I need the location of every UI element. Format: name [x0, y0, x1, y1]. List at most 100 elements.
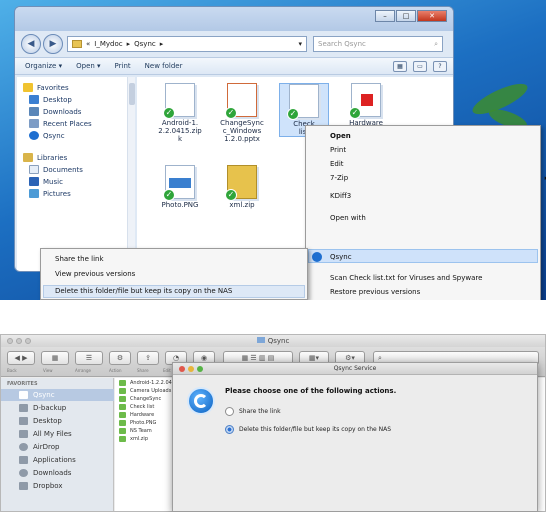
list-item[interactable]: ChangeSync	[119, 396, 161, 402]
sidebar-item-documents[interactable]: Documents	[29, 165, 83, 174]
menu-item-restore[interactable]: Restore previous versions	[330, 288, 420, 296]
file-item[interactable]: ✓ Photo.PNG	[155, 165, 205, 209]
list-item[interactable]: NS Team	[119, 428, 152, 434]
sidebar-item-pictures[interactable]: Pictures	[29, 189, 71, 198]
sidebar-item-recent-places[interactable]: Recent Places	[29, 119, 92, 128]
menu-item-kdiff3[interactable]: KDiff3▸	[330, 192, 351, 200]
list-item[interactable]: Hardware	[119, 412, 154, 418]
radio-button-selected[interactable]	[225, 425, 234, 434]
menu-item-edit[interactable]: Edit	[330, 160, 344, 168]
sidebar-item-airdrop[interactable]: AirDrop	[1, 441, 114, 453]
radio-delete-keep-copy[interactable]: Delete this folder/file but keep its cop…	[225, 425, 391, 434]
maximize-button[interactable]: □	[396, 10, 416, 22]
sidebar-item-all-my-files[interactable]: All My Files	[1, 428, 114, 440]
sidebar-item-applications[interactable]: Applications	[1, 454, 114, 466]
back-forward-button[interactable]: ◀ ▶	[7, 351, 35, 365]
new-folder-button[interactable]: New folder	[145, 62, 183, 70]
radio-button[interactable]	[225, 407, 234, 416]
libraries-header[interactable]: Libraries	[23, 153, 67, 162]
zip-folder-icon: ✓	[225, 165, 257, 201]
zoom-button[interactable]	[25, 338, 31, 344]
folder-icon	[119, 428, 126, 434]
pptx-file-icon: ✓	[225, 83, 257, 119]
minimize-button[interactable]	[188, 366, 194, 372]
back-button[interactable]: ◀	[21, 34, 41, 54]
open-button[interactable]: Open ▾	[76, 62, 100, 70]
qsync-icon	[19, 391, 28, 399]
list-item[interactable]: Camera Uploads	[119, 388, 171, 394]
sidebar-item-d-backup[interactable]: D-backup	[1, 402, 114, 414]
sidebar-item-music[interactable]: Music	[29, 177, 63, 186]
menu-item-7zip[interactable]: 7-Zip▸	[330, 174, 546, 182]
breadcrumb-i-mydoc[interactable]: I_Mydoc	[94, 40, 122, 48]
minimize-button[interactable]	[16, 338, 22, 344]
preview-pane-icon[interactable]: ▭	[413, 61, 427, 72]
forward-button[interactable]: ▶	[43, 34, 63, 54]
sync-check-icon: ✓	[225, 189, 237, 201]
submenu-view-previous[interactable]: View previous versions	[55, 270, 135, 278]
share-button[interactable]: ⇪	[137, 351, 159, 365]
folder-icon	[119, 388, 126, 394]
dialog-title: Qsync Service	[333, 365, 377, 372]
airdrop-icon	[19, 443, 28, 451]
dialog-title-bar[interactable]: Qsync Service	[173, 363, 537, 375]
breadcrumb-separator[interactable]: ▸	[160, 40, 164, 48]
sidebar-heading: FAVORITES	[7, 381, 38, 387]
radio-share-link[interactable]: Share the link	[225, 407, 281, 416]
breadcrumb-qsync[interactable]: Qsync	[134, 40, 156, 48]
sidebar-item-qsync[interactable]: Qsync	[29, 131, 65, 140]
search-input[interactable]: Search Qsync ⌕	[313, 36, 443, 52]
breadcrumb-separator[interactable]: ▸	[127, 40, 131, 48]
zoom-button[interactable]	[197, 366, 203, 372]
submenu-share-link[interactable]: Share the link	[55, 255, 104, 263]
print-button[interactable]: Print	[115, 62, 131, 70]
file-item[interactable]: ✓ Android-1. 2.2.0415.zip k	[155, 83, 205, 143]
help-icon[interactable]: ?	[433, 61, 447, 72]
address-bar[interactable]: « I_Mydoc ▸ Qsync ▸ ▾	[67, 36, 307, 52]
navigation-pane: Favorites Desktop Downloads Recent Place…	[17, 77, 135, 271]
search-icon: ⌕	[434, 40, 438, 48]
sidebar-item-downloads[interactable]: Downloads	[1, 467, 114, 479]
minimize-button[interactable]: –	[375, 10, 395, 22]
close-button[interactable]	[7, 338, 13, 344]
applications-icon	[19, 456, 28, 464]
menu-item-qsync[interactable]: Qsync▸	[330, 253, 352, 261]
file-item[interactable]: ✓ Hardware	[341, 83, 391, 127]
finder-title-bar[interactable]: Qsync	[1, 335, 545, 347]
sync-check-icon: ✓	[349, 107, 361, 119]
dialog-question: Please choose one of the following actio…	[225, 387, 397, 395]
title-bar[interactable]: – □ ✕	[15, 7, 453, 31]
list-item[interactable]: Photo.PNG	[119, 420, 156, 426]
sidebar-item-desktop[interactable]: Desktop	[29, 95, 72, 104]
file-item[interactable]: ✓ ChangeSync c_Windows 1.2.0.pptx	[217, 83, 267, 143]
list-item[interactable]: xml.zip	[119, 436, 148, 442]
file-item[interactable]: ✓ xml.zip	[217, 165, 267, 209]
organize-button[interactable]: Organize ▾	[25, 62, 62, 70]
close-button[interactable]	[179, 366, 185, 372]
sidebar-item-desktop[interactable]: Desktop	[1, 415, 114, 427]
address-dropdown-icon[interactable]: ▾	[298, 40, 306, 48]
arrange-button[interactable]: ☰	[75, 351, 103, 365]
view-options-icon[interactable]: ▦	[393, 61, 407, 72]
folder-icon	[72, 40, 82, 48]
scrollbar-thumb[interactable]	[129, 83, 135, 105]
close-button[interactable]: ✕	[417, 10, 447, 22]
menu-item-print[interactable]: Print	[330, 146, 346, 154]
file-icon	[119, 420, 126, 426]
view-button[interactable]: ▦	[41, 351, 69, 365]
favorites-header[interactable]: Favorites	[23, 83, 69, 92]
windows-desktop: – □ ✕ ◀ ▶ « I_Mydoc ▸ Qsync ▸ ▾ Search Q…	[0, 0, 546, 300]
sidebar-item-dropbox[interactable]: Dropbox	[1, 480, 114, 492]
sidebar-scrollbar[interactable]	[127, 77, 135, 271]
menu-item-open[interactable]: Open	[330, 132, 351, 140]
folder-icon	[19, 404, 28, 412]
separator-space	[0, 300, 546, 334]
sidebar-item-downloads[interactable]: Downloads	[29, 107, 81, 116]
menu-item-scan[interactable]: Scan Check list.txt for Viruses and Spyw…	[330, 274, 482, 282]
submenu-delete-keep-copy[interactable]: Delete this folder/file but keep its cop…	[55, 287, 232, 295]
documents-icon	[29, 165, 39, 174]
list-item[interactable]: Check list	[119, 404, 154, 410]
action-button[interactable]: ⚙	[109, 351, 131, 365]
sidebar-item-qsync[interactable]: Qsync	[1, 389, 114, 401]
menu-item-open-with[interactable]: Open with▸	[330, 214, 366, 222]
